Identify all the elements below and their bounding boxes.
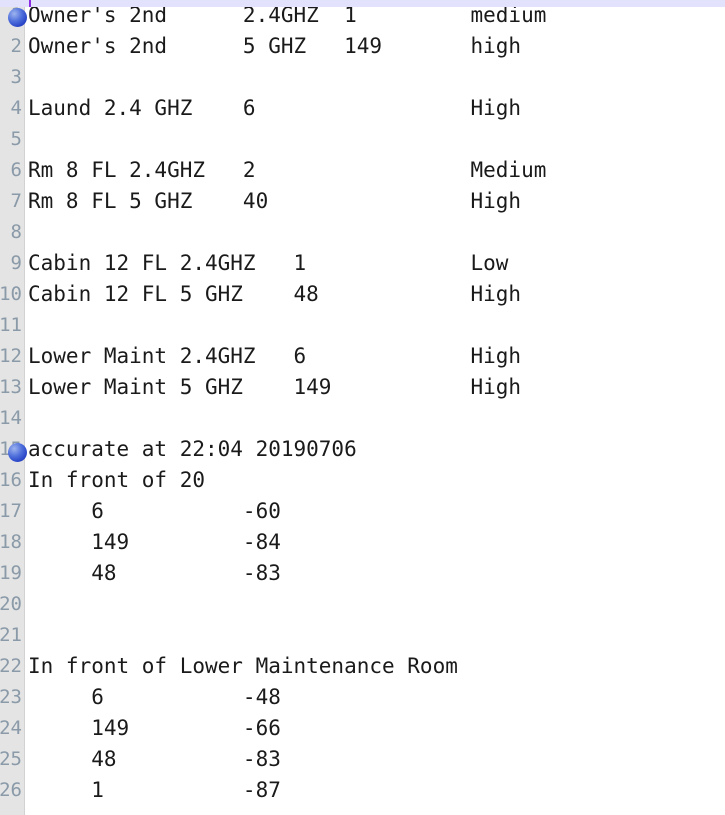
line-number: 19 [0,562,22,584]
text-line[interactable]: 1 -87 [28,775,725,806]
text-line[interactable]: 48 -83 [28,558,725,589]
text-line[interactable]: Laund 2.4 GHZ 6 High [28,93,725,124]
text-line[interactable] [28,403,725,434]
line-number: 10 [0,283,22,305]
line-number: 23 [0,686,22,708]
line-number: 8 [10,221,22,243]
text-editor-window: 1234567891011121314151617181920212223242… [0,0,725,815]
text-line[interactable] [28,62,725,93]
line-number: 26 [0,779,22,801]
line-number: 5 [10,128,22,150]
bookmark-dot-icon[interactable] [8,443,27,462]
text-line[interactable]: Rm 8 FL 5 GHZ 40 High [28,186,725,217]
line-number: 13 [0,376,22,398]
line-number: 3 [10,66,22,88]
line-number: 20 [0,593,22,615]
text-line[interactable]: Cabin 12 FL 2.4GHZ 1 Low [28,248,725,279]
text-line[interactable] [28,124,725,155]
text-line[interactable] [28,620,725,651]
line-number: 2 [10,35,22,57]
text-line[interactable]: Cabin 12 FL 5 GHZ 48 High [28,279,725,310]
line-number: 14 [0,407,22,429]
text-caret [29,0,31,7]
line-number: 18 [0,531,22,553]
line-number: 11 [0,314,22,336]
text-line[interactable]: 6 -48 [28,682,725,713]
text-line[interactable]: 48 -83 [28,744,725,775]
text-line[interactable]: Rm 8 FL 2.4GHZ 2 Medium [28,155,725,186]
text-line[interactable] [28,217,725,248]
text-line[interactable] [28,589,725,620]
text-line[interactable]: accurate at 22:04 20190706 [28,434,725,465]
line-number: 6 [10,159,22,181]
text-line[interactable]: 149 -84 [28,527,725,558]
text-line[interactable]: Lower Maint 5 GHZ 149 High [28,372,725,403]
line-number: 9 [10,252,22,274]
text-line[interactable]: 149 -66 [28,713,725,744]
bookmark-dot-icon[interactable] [8,8,27,27]
text-line[interactable]: In front of Lower Maintenance Room [28,651,725,682]
line-number: 21 [0,624,22,646]
text-line[interactable] [28,310,725,341]
line-number: 12 [0,345,22,367]
line-number: 24 [0,717,22,739]
text-line[interactable]: Lower Maint 2.4GHZ 6 High [28,341,725,372]
current-line-highlight [0,0,725,7]
line-number: 22 [0,655,22,677]
line-number-gutter[interactable]: 1234567891011121314151617181920212223242… [0,0,25,815]
text-line[interactable]: In front of 20 [28,465,725,496]
text-line[interactable]: Owner's 2nd 5 GHZ 149 high [28,31,725,62]
text-content-area[interactable]: Owner's 2nd 2.4GHZ 1 medium Owner's 2nd 5… [28,0,725,815]
line-number: 4 [10,97,22,119]
line-number: 7 [10,190,22,212]
text-line[interactable]: 6 -60 [28,496,725,527]
line-number: 17 [0,500,22,522]
line-number: 25 [0,748,22,770]
line-number: 16 [0,469,22,491]
